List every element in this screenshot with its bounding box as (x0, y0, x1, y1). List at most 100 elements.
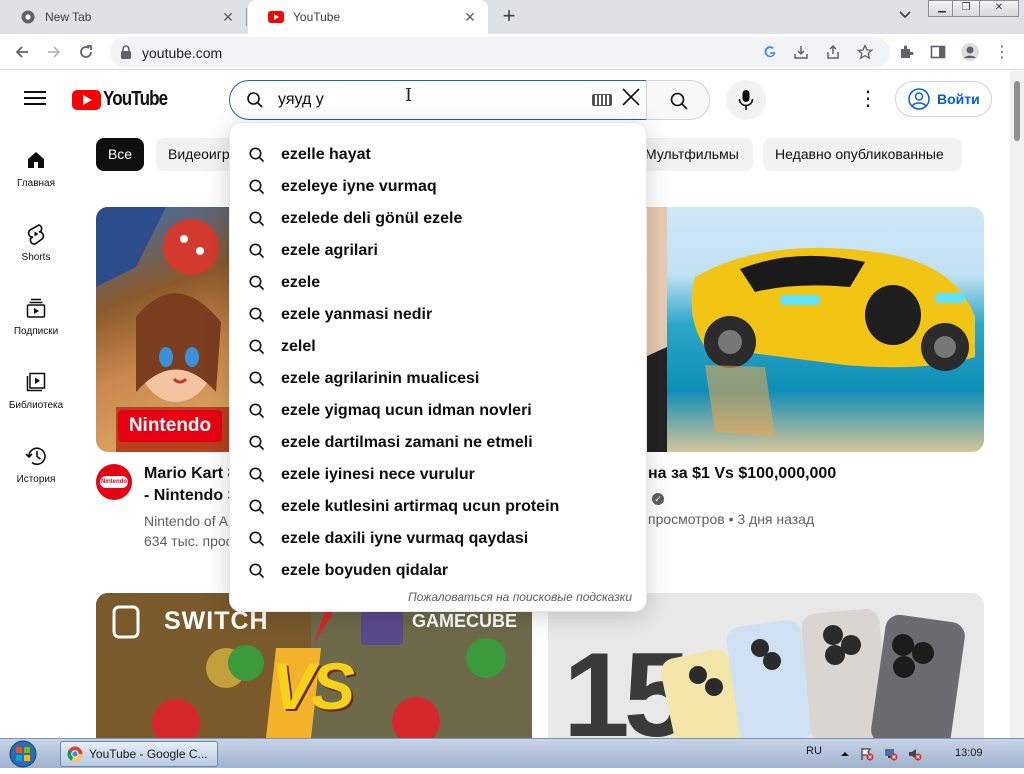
tab-search-chevron-icon[interactable] (896, 8, 914, 26)
sidebar-item-home[interactable]: Главная (0, 148, 72, 189)
subscriptions-icon (24, 296, 48, 320)
voice-search-button[interactable] (726, 80, 766, 120)
search-icon (246, 91, 264, 109)
suggestion-item[interactable]: ezelede deli gönül ezele (230, 203, 648, 235)
home-icon (24, 148, 48, 172)
search-query-text: уяуд у (278, 91, 324, 108)
address-bar[interactable]: youtube.com (110, 37, 890, 67)
bookmark-star-icon[interactable] (855, 42, 875, 62)
tab-new-tab[interactable]: New Tab ✕ (0, 0, 246, 34)
search-icon (248, 466, 266, 484)
chrome-menu-icon[interactable]: ⋮ (990, 40, 1014, 64)
keyboard-icon[interactable] (592, 94, 612, 106)
close-tab-icon[interactable]: ✕ (462, 9, 478, 25)
network-icon[interactable] (884, 747, 898, 761)
start-button[interactable] (6, 739, 44, 769)
search-button[interactable] (646, 80, 710, 120)
video-views: 634 тыс. прос (144, 533, 233, 549)
close-tab-icon[interactable]: ✕ (220, 9, 236, 25)
action-center-icon[interactable] (860, 747, 874, 761)
google-icon[interactable] (760, 42, 780, 62)
sign-in-button[interactable]: Войти (895, 81, 992, 117)
suggestion-text: ezele boyuden qidalar (281, 562, 449, 579)
search-icon (248, 498, 266, 516)
show-hidden-icons-icon[interactable] (838, 747, 852, 761)
suggestion-text: ezele (281, 274, 321, 291)
channel-avatar[interactable]: Nintendo (96, 464, 132, 500)
suggestion-item[interactable]: ezele agrilarinin mualicesi (230, 363, 648, 395)
language-indicator[interactable]: RU (806, 745, 822, 757)
nintendo-badge: Nintendo (118, 410, 222, 442)
suggestion-item[interactable]: ezele boyuden qidalar (230, 555, 648, 587)
taskbar-item-chrome[interactable]: YouTube - Google C... (60, 741, 218, 767)
video-title[interactable]: на за $1 Vs $100,000,000 (648, 463, 836, 485)
install-app-icon[interactable] (791, 42, 811, 62)
scrollbar-thumb[interactable] (1014, 81, 1020, 141)
logo-text: YouTube (103, 88, 168, 110)
search-icon (248, 210, 266, 228)
browser-tab-strip: New Tab ✕ YouTube ✕ + ▁ ❐ ✕ (0, 0, 1024, 34)
suggestion-item[interactable]: ezele agrilari (230, 235, 648, 267)
youtube-play-icon (72, 89, 101, 110)
search-suggestions-dropdown: ezelle hayat ezeleye iyne vurmaq ezelede d… (229, 122, 647, 612)
chip-videogames[interactable]: Видеоигр (156, 138, 236, 171)
video-thumbnail[interactable]: SWITCH GAMECUBE VS (96, 593, 532, 738)
video-channel-name[interactable]: Nintendo of A (144, 511, 228, 531)
account-circle-icon (908, 88, 930, 110)
forward-icon[interactable] (42, 40, 66, 64)
chip-cartoons[interactable]: Мультфильмы (635, 138, 753, 171)
guide-menu-icon[interactable] (24, 88, 46, 108)
history-icon (24, 444, 48, 468)
text-cursor-icon: I (405, 85, 413, 106)
search-icon (248, 370, 266, 388)
suggestion-text: zelel (281, 338, 316, 355)
suggestion-item[interactable]: ezele yigmaq ucun idman novleri (230, 395, 648, 427)
suggestion-item[interactable]: ezele kutlesini artirmaq ucun protein (230, 491, 648, 523)
suggestion-item[interactable]: ezele yanmasi nedir (230, 299, 648, 331)
thumbnail-art (660, 609, 965, 738)
side-panel-icon[interactable] (926, 40, 950, 64)
suggestion-text: ezele kutlesini artirmaq ucun protein (281, 498, 560, 515)
suggestion-item[interactable]: ezele daxili iyne vurmaq qaydasi (230, 523, 648, 555)
video-thumbnail[interactable]: 15 (548, 593, 984, 738)
profile-avatar-icon[interactable] (958, 40, 982, 64)
search-icon (248, 562, 266, 580)
tab-divider (246, 8, 247, 26)
extensions-icon[interactable] (894, 40, 918, 64)
system-clock[interactable]: 13:09 (955, 747, 983, 759)
search-icon (248, 146, 266, 164)
suggestion-item[interactable]: ezele (230, 267, 648, 299)
suggestion-item[interactable]: ezelle hayat (230, 139, 648, 171)
video-thumbnail[interactable] (645, 207, 984, 452)
clear-search-icon[interactable] (619, 87, 643, 113)
tab-youtube[interactable]: YouTube ✕ (248, 0, 488, 34)
sidebar-item-subscriptions[interactable]: Подписки (0, 296, 72, 337)
share-icon[interactable] (823, 42, 843, 62)
volume-icon[interactable] (908, 747, 922, 761)
sidebar-item-library[interactable]: Библиотека (0, 370, 72, 411)
new-tab-button[interactable]: + (497, 5, 521, 29)
chip-recently-uploaded[interactable]: Недавно опубликованные (763, 138, 962, 171)
video-title-line: Mario Kart 8 (144, 465, 237, 482)
search-input[interactable]: уяуд у I (229, 80, 647, 120)
video-thumbnail[interactable]: Nintendo (96, 207, 246, 452)
suggestion-item[interactable]: zelel (230, 331, 648, 363)
youtube-logo[interactable]: YouTube (72, 88, 179, 111)
sidebar-item-history[interactable]: История (0, 444, 72, 485)
reload-icon[interactable] (74, 40, 98, 64)
settings-menu-icon[interactable]: ⋮ (858, 88, 878, 112)
report-suggestions-link[interactable]: Пожаловаться на поисковые подсказки (408, 590, 632, 604)
restore-button[interactable]: ❐ (952, 0, 980, 17)
suggestion-item[interactable]: ezele dartilmasi zamani ne etmeli (230, 427, 648, 459)
search-icon (248, 338, 266, 356)
chip-all[interactable]: Все (96, 138, 144, 171)
sidebar-item-shorts[interactable]: Shorts (0, 222, 72, 263)
url-text: youtube.com (142, 45, 223, 61)
back-icon[interactable] (10, 40, 34, 64)
page-scrollbar[interactable] (1010, 71, 1024, 738)
video-title[interactable]: Mario Kart 8 - Nintendo S (144, 463, 238, 507)
suggestion-item[interactable]: ezeleye iyne vurmaq (230, 171, 648, 203)
suggestion-item[interactable]: ezele iyinesi nece vurulur (230, 459, 648, 491)
close-window-button[interactable]: ✕ (979, 0, 1019, 17)
thumbnail-art (645, 207, 975, 452)
